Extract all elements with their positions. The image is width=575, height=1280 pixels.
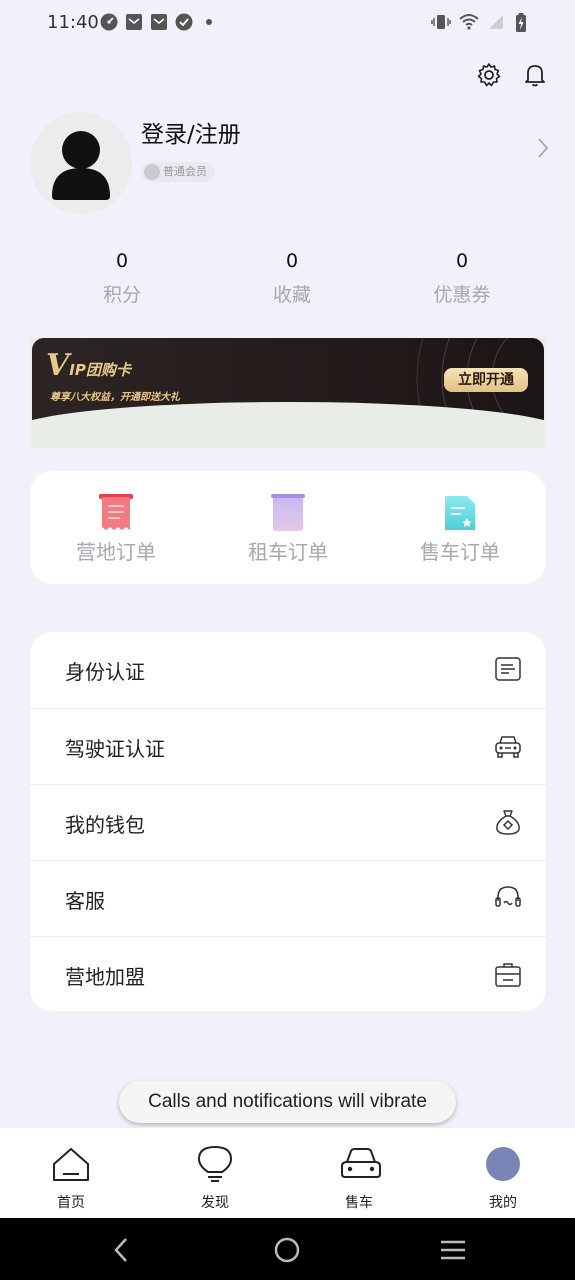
menu-item-customer-service[interactable]: 客服 [30, 860, 546, 936]
status-system-icons [431, 13, 533, 32]
stat-points[interactable]: 0 积分 [37, 250, 207, 312]
signal-icon [487, 13, 505, 31]
toast-message: Calls and notifications will vibrate [119, 1081, 456, 1123]
status-bar: 11:40 [0, 0, 575, 48]
speedometer-icon [100, 13, 118, 31]
tab-label: 发现 [201, 1195, 229, 1211]
order-label: 营地订单 [76, 540, 156, 564]
profile-dot-icon [483, 1144, 523, 1184]
stat-value: 0 [285, 250, 299, 272]
home-icon [51, 1144, 91, 1184]
rental-order-icon [271, 494, 305, 532]
money-bag-icon [494, 808, 522, 836]
header-actions [476, 62, 548, 88]
user-stats: 0 积分 0 收藏 0 优惠券 [37, 250, 547, 312]
tab-label: 我的 [489, 1195, 517, 1211]
vip-logo-text: IP团购卡 [69, 361, 131, 379]
sale-order-icon [443, 494, 477, 532]
mail-icon [125, 13, 143, 31]
tab-mine[interactable]: 我的 [453, 1128, 553, 1219]
order-label: 租车订单 [248, 540, 328, 564]
stat-label: 收藏 [272, 284, 311, 306]
menu-item-label: 客服 [65, 889, 105, 913]
menu-item-label: 身份认证 [65, 660, 145, 684]
tab-label: 首页 [57, 1195, 85, 1211]
stat-coupons[interactable]: 0 优惠券 [377, 250, 547, 312]
member-level-badge: 普通会员 [141, 162, 215, 182]
member-level-text: 普通会员 [163, 165, 207, 178]
menu-item-label: 驾驶证认证 [65, 737, 165, 761]
vip-logo: VIP团购卡 [46, 348, 131, 383]
vip-subtitle: 尊享八大权益，开通即送大礼 [50, 392, 180, 403]
lightbulb-icon [195, 1144, 235, 1184]
menu-item-driver-license[interactable]: 驾驶证认证 [30, 708, 546, 784]
stat-label: 优惠券 [433, 284, 491, 306]
home-circle-icon[interactable] [272, 1235, 302, 1265]
settings-menu: 身份认证 驾驶证认证 我的钱包 客服 营地加盟 [30, 632, 546, 1011]
bottom-tab-bar: 首页 发现 售车 我的 [0, 1127, 575, 1218]
stat-favorites[interactable]: 0 收藏 [207, 250, 377, 312]
tab-discover[interactable]: 发现 [165, 1128, 265, 1219]
status-time: 11:40 [47, 12, 99, 33]
tab-home[interactable]: 首页 [21, 1128, 121, 1219]
menu-item-wallet[interactable]: 我的钱包 [30, 784, 546, 860]
vip-logo-v: V [46, 348, 70, 383]
tab-label: 售车 [345, 1195, 373, 1211]
stat-value: 0 [115, 250, 129, 272]
stat-value: 0 [455, 250, 469, 272]
notification-bell-icon[interactable] [522, 62, 548, 88]
recents-menu-icon[interactable] [438, 1235, 468, 1265]
vip-banner[interactable]: VIP团购卡 尊享八大权益，开通即送大礼 立即开通 [30, 338, 546, 448]
status-notification-icons [100, 13, 218, 31]
member-badge-icon [144, 164, 160, 180]
car-icon [494, 732, 522, 760]
menu-item-label: 营地加盟 [65, 965, 145, 989]
wifi-icon [459, 13, 479, 31]
settings-gear-icon[interactable] [476, 62, 502, 88]
chevron-right-icon[interactable] [536, 136, 550, 160]
profile-header[interactable]: 登录/注册 普通会员 [30, 112, 550, 216]
mail-icon [150, 13, 168, 31]
tab-sell-car[interactable]: 售车 [309, 1128, 409, 1219]
order-label: 售车订单 [420, 540, 500, 564]
briefcase-icon [494, 960, 522, 988]
car-front-icon [339, 1144, 381, 1184]
vip-open-button[interactable]: 立即开通 [444, 368, 528, 392]
menu-item-camp-franchise[interactable]: 营地加盟 [30, 936, 546, 1012]
login-register-link[interactable]: 登录/注册 [141, 115, 241, 149]
menu-item-label: 我的钱包 [65, 813, 145, 837]
back-icon[interactable] [107, 1235, 137, 1265]
rental-order-entry[interactable]: 租车订单 [202, 471, 374, 584]
system-navigation-bar [0, 1218, 575, 1280]
sale-order-entry[interactable]: 售车订单 [374, 471, 546, 584]
battery-charging-icon [515, 13, 533, 32]
headset-icon [494, 884, 522, 912]
menu-item-identity[interactable]: 身份认证 [30, 632, 546, 708]
orders-card: 营地订单 租车订单 售车订单 [30, 471, 546, 584]
dot-icon [200, 13, 218, 31]
check-circle-icon [175, 13, 193, 31]
avatar[interactable] [30, 112, 132, 214]
id-card-icon [494, 655, 522, 683]
camp-order-entry[interactable]: 营地订单 [30, 471, 202, 584]
stat-label: 积分 [102, 284, 141, 306]
camp-order-icon [99, 494, 133, 532]
vibrate-icon [431, 13, 451, 31]
